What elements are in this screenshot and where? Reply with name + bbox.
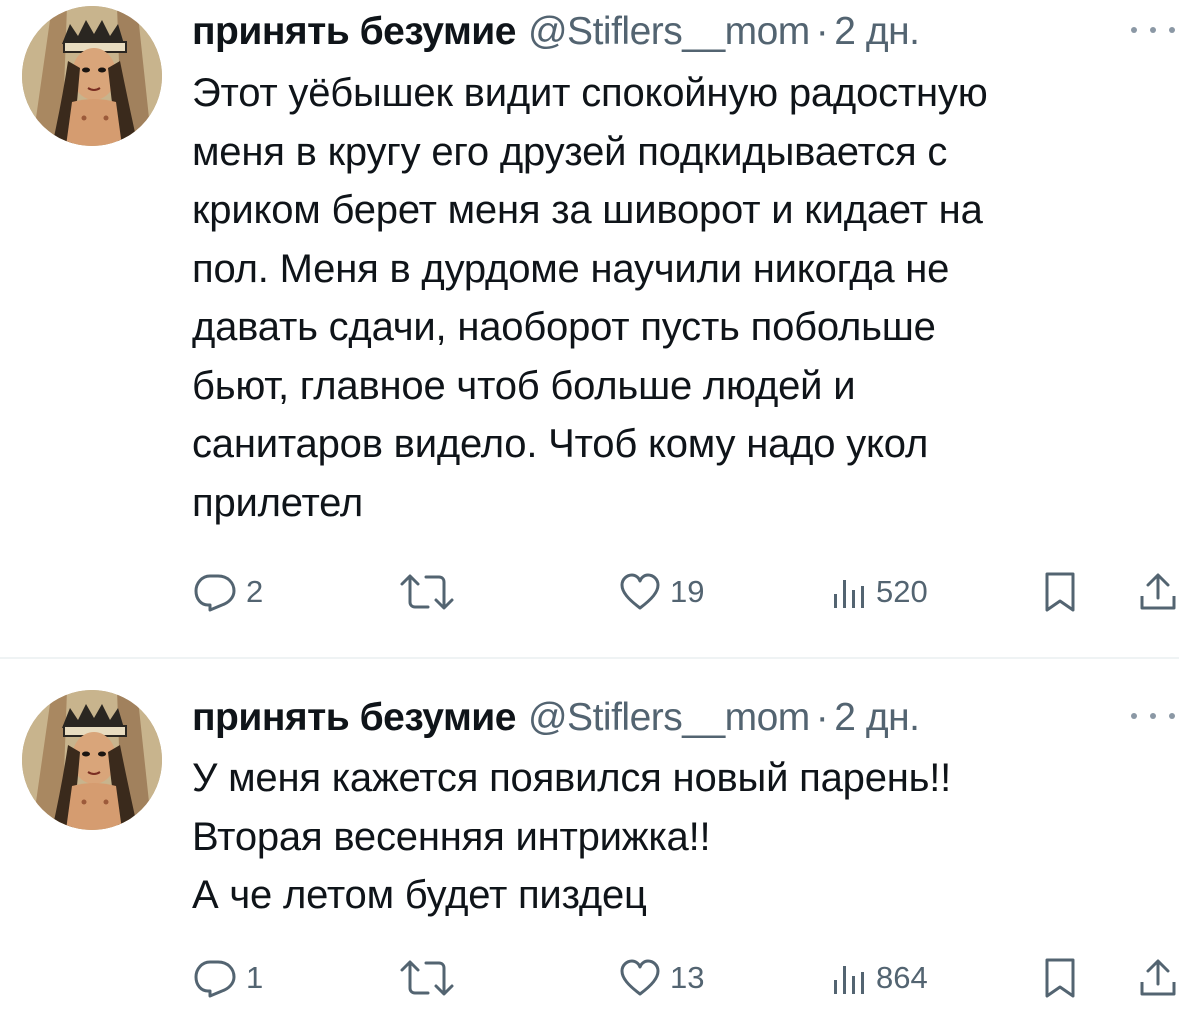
reply-button[interactable]: 1: [192, 950, 263, 1006]
views-icon: [834, 966, 864, 994]
tweet-text-line: санитаров видело. Чтоб кому надо укол: [192, 422, 929, 466]
tweet-actions: 2 19 520: [192, 564, 1179, 620]
author-handle[interactable]: @Stiflers__mom: [528, 696, 810, 740]
avatar[interactable]: [22, 690, 162, 830]
bookmark-button[interactable]: [1040, 564, 1080, 620]
tweet-text-line: давать сдачи, наоборот пусть побольше: [192, 305, 936, 349]
views-button[interactable]: 864: [828, 950, 928, 1006]
retweet-button[interactable]: [398, 564, 464, 620]
tweet-text-line: криком берет меня за шиворот и кидает на: [192, 188, 983, 232]
tweet-actions: 1 13 864: [192, 950, 1179, 1006]
tweet[interactable]: принять безумие @Stiflers__mom · 2 дн. Э…: [0, 0, 1179, 658]
reply-count: 2: [246, 574, 264, 609]
reply-icon: [194, 960, 236, 998]
views-count: 864: [876, 960, 928, 995]
more-icon[interactable]: [1131, 18, 1175, 42]
tweet-timestamp[interactable]: 2 дн.: [834, 10, 920, 54]
separator-dot: ·: [815, 696, 829, 739]
avatar-image: [22, 690, 162, 830]
like-count: 19: [670, 574, 705, 609]
tweet-timestamp[interactable]: 2 дн.: [834, 696, 920, 740]
tweet-text: У меня кажется появился новый парень!! В…: [192, 749, 1162, 925]
tweet-text-line: меня в кругу его друзей подкидывается с: [192, 129, 948, 174]
tweet-text-line: бьют, главное чтоб больше людей и: [192, 363, 856, 408]
retweet-icon: [400, 960, 454, 996]
reply-count: 1: [246, 960, 264, 995]
author-display-name[interactable]: принять безумие: [192, 696, 516, 740]
retweet-button[interactable]: [398, 950, 464, 1006]
share-icon: [1140, 573, 1176, 610]
retweet-icon: [400, 574, 454, 610]
tweet-text-line: У меня кажется появился новый парень!!: [192, 756, 952, 800]
tweet-text-line: Вторая весенняя интрижка!!: [192, 814, 711, 859]
share-icon: [1140, 959, 1176, 996]
bookmark-icon: [1045, 958, 1075, 998]
avatar[interactable]: [22, 6, 162, 146]
share-button[interactable]: [1136, 950, 1179, 1006]
views-button[interactable]: 520: [828, 564, 928, 620]
bookmark-icon: [1045, 572, 1075, 612]
tweet-text-line: Этот уёбышек видит спокойную радостную: [192, 71, 988, 115]
reply-icon: [194, 574, 236, 612]
like-button[interactable]: 19: [618, 564, 704, 620]
bookmark-button[interactable]: [1040, 950, 1080, 1006]
views-count: 520: [876, 574, 928, 609]
tweet-text-line: прилетел: [192, 480, 364, 525]
tweet-header: принять безумие @Stiflers__mom · 2 дн.: [192, 690, 1179, 746]
tweet-text: Этот уёбышек видит спокойную радостную м…: [192, 64, 1162, 532]
share-button[interactable]: [1136, 564, 1179, 620]
like-icon: [620, 959, 660, 996]
author-display-name[interactable]: принять безумие: [192, 10, 516, 54]
like-button[interactable]: 13: [618, 950, 704, 1006]
reply-button[interactable]: 2: [192, 564, 263, 620]
tweet-divider: [0, 657, 1179, 659]
tweet-header: принять безумие @Stiflers__mom · 2 дн.: [192, 4, 1179, 60]
like-count: 13: [670, 960, 705, 995]
tweet-text-line: А че летом будет пиздец: [192, 873, 647, 917]
separator-dot: ·: [815, 10, 829, 53]
tweet-text-line: пол. Меня в дурдоме научили никогда не: [192, 246, 950, 291]
author-handle[interactable]: @Stiflers__mom: [528, 10, 810, 54]
views-icon: [834, 580, 864, 608]
tweet[interactable]: принять безумие @Stiflers__mom · 2 дн. У…: [0, 660, 1179, 1021]
more-icon[interactable]: [1131, 704, 1175, 728]
avatar-image: [22, 6, 162, 146]
like-icon: [620, 573, 660, 610]
